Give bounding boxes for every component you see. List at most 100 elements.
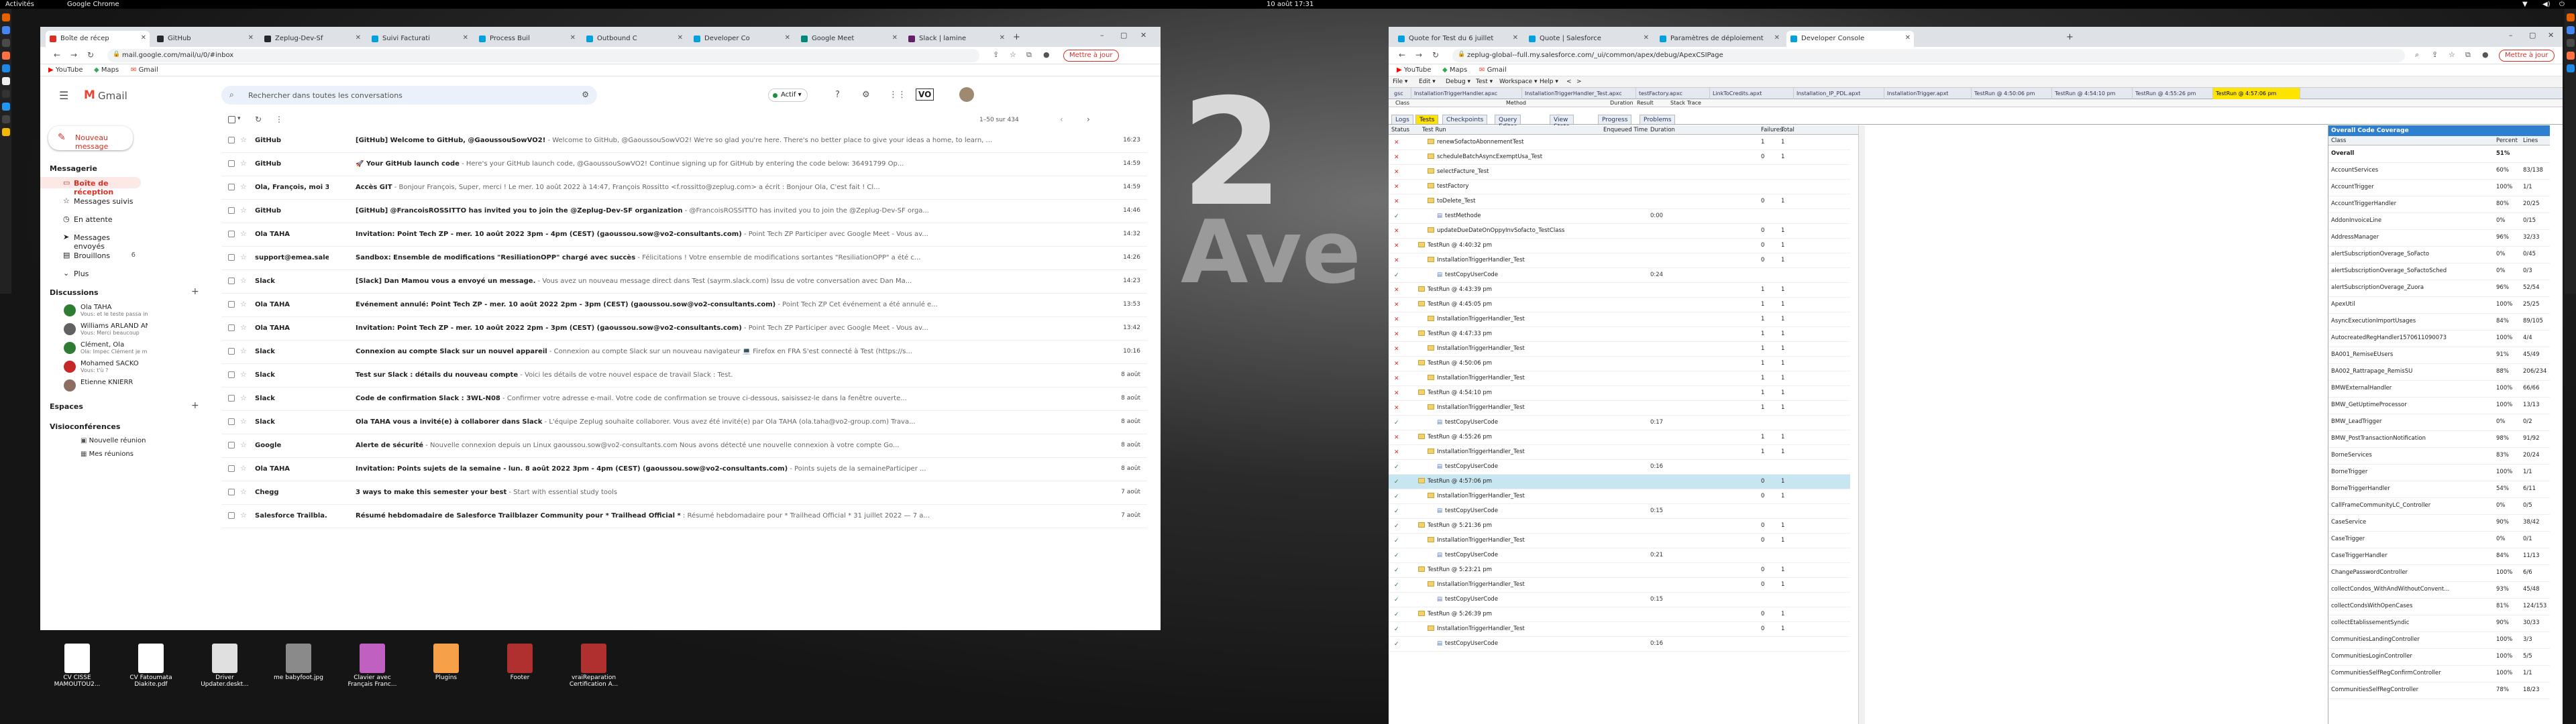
power-icon[interactable]: ⏻ [2559, 1, 2565, 8]
row-checkbox[interactable] [228, 489, 235, 495]
new-tab-button[interactable]: + [1013, 32, 1020, 42]
console-menu-item[interactable]: < [1566, 78, 1572, 85]
table-row[interactable]: ☆ Slack Connexion au compte Slack sur un n… [221, 341, 1147, 364]
test-tree-row[interactable]: ✓ ▤ testCopyUserCode 0:24 [1389, 268, 1850, 283]
minimize-button[interactable]: – [1100, 31, 1104, 40]
activities-button[interactable]: Activités [5, 1, 34, 8]
editor-file-tab[interactable]: TestRun @ 4:55:26 pm [2133, 88, 2213, 99]
star-icon[interactable]: ☆ [240, 417, 247, 426]
volume-icon[interactable]: ◀) [2542, 1, 2551, 8]
new-space-icon[interactable]: + [191, 400, 199, 411]
search-icon[interactable]: ⌕ [2415, 50, 2419, 60]
compose-button[interactable]: ✎ Nouveau message [48, 126, 133, 151]
coverage-row[interactable]: CaseTrigger 0% 0/1 [2328, 532, 2550, 548]
test-tree-row[interactable]: ✓ ▤ testCopyUserCode 0:16 [1389, 637, 1850, 652]
bookmark-youtube[interactable]: ▶ YouTube [48, 66, 83, 74]
tab-tests[interactable]: Tests [1415, 115, 1439, 124]
files-icon[interactable] [2566, 39, 2575, 47]
editor-file-tab[interactable]: TestRun @ 4:57:06 pm [2213, 88, 2300, 99]
star-icon[interactable]: ☆ [240, 276, 247, 285]
table-row[interactable]: ☆ Slack Code de confirmation Slack : 3WL-N… [221, 387, 1147, 411]
more-icon[interactable]: ⋮ [275, 115, 283, 124]
chrome-icon[interactable] [1, 26, 10, 34]
test-tree-row[interactable]: ✕ TestRun @ 4:50:06 pm 1 1 [1389, 357, 1850, 371]
test-tree-row[interactable]: ✓ InstallationTriggerHandler_Test 0 1 [1389, 578, 1850, 593]
update-button[interactable]: Mettre à jour [2499, 50, 2555, 62]
table-row[interactable]: ☆ Salesforce Trailbla. Résumé hebdomadaire… [221, 505, 1147, 528]
editor-file-tab[interactable]: InstallationTriggerHandler.apxc [1411, 88, 1522, 99]
settings-icon[interactable] [1, 103, 10, 111]
new-meeting-link[interactable]: ▣ Nouvelle réunion [80, 437, 146, 444]
test-tree-row[interactable]: ✕ TestRun @ 4:40:32 pm 0 1 [1389, 239, 1850, 253]
help-icon[interactable]: ? [835, 90, 840, 100]
test-tree-row[interactable]: ✕ TestRun @ 4:43:39 pm 1 1 [1389, 283, 1850, 298]
test-tree-row[interactable]: ✓ InstallationTriggerHandler_Test 0 1 [1389, 534, 1850, 548]
profile-icon[interactable]: ● [2482, 50, 2489, 59]
coverage-row[interactable]: collectCondos_WithAndWithoutConvent... 93… [2328, 582, 2550, 599]
star-icon[interactable]: ☆ [240, 370, 247, 379]
tests-column-header[interactable]: Duration [1650, 127, 1675, 133]
browser-tab[interactable]: Zeplug-Dev-Sf ✕ [260, 31, 364, 47]
star-icon[interactable]: ☆ [240, 511, 247, 520]
my-meetings-link[interactable]: ▦ Mes réunions [80, 450, 133, 458]
browser-tab[interactable]: Slack | lamine ✕ [904, 31, 1008, 47]
test-tree-row[interactable]: ✕ TestRun @ 4:45:05 pm 1 1 [1389, 298, 1850, 312]
bookmark-youtube[interactable]: ▶ YouTube [1397, 66, 1432, 74]
row-checkbox[interactable] [228, 301, 235, 308]
tab-query-editor[interactable]: Query Editor [1495, 115, 1521, 130]
text-editor-icon[interactable] [1, 77, 10, 85]
bookmark-maps[interactable]: ◆ Maps [94, 66, 119, 74]
results-column-header[interactable]: Method [1506, 100, 1526, 106]
tab-view-state[interactable]: View State [1550, 115, 1574, 130]
row-checkbox[interactable] [228, 184, 235, 190]
nav-item-1[interactable]: ☆ Messages suivis [40, 195, 141, 206]
console-menu-item[interactable]: Test ▾ [1476, 78, 1493, 85]
share-icon[interactable]: ⇪ [993, 50, 999, 59]
row-checkbox[interactable] [228, 348, 235, 355]
star-icon[interactable]: ☆ [240, 323, 247, 332]
coverage-row[interactable]: CallFrameCommunityLC_Controller 0% 0/5 [2328, 498, 2550, 515]
tab-checkpoints[interactable]: Checkpoints [1442, 115, 1488, 124]
chat-contact[interactable]: Ola TAHAVous: et le teste passa impe... [62, 303, 149, 319]
editor-file-tab[interactable]: TestRun @ 4:50:06 pm [1972, 88, 2052, 99]
back-icon[interactable]: ← [1399, 50, 1405, 60]
table-row[interactable]: ☆ GitHub [GitHub] Welcome to GitHub, @Gaou… [221, 129, 1147, 153]
star-icon[interactable]: ☆ [240, 229, 247, 238]
results-column-header[interactable]: Duration [1610, 100, 1633, 106]
nav-item-0[interactable]: ▭ Boîte de réception [40, 177, 141, 196]
gmail-logo-text[interactable]: Gmail [98, 90, 127, 102]
coverage-row[interactable]: BA002_Rattrapage_RemisSU 88% 206/234 [2328, 364, 2550, 381]
coverage-row[interactable]: AddressManager 96% 32/33 [2328, 230, 2550, 247]
test-tree-row[interactable]: ✕ toDelete_Test 0 1 [1389, 194, 1850, 209]
bookmark-gmail[interactable]: ✉ Gmail [131, 66, 158, 74]
trash-icon[interactable] [1, 115, 10, 123]
star-icon[interactable]: ☆ [240, 206, 247, 215]
star-icon[interactable]: ☆ [240, 253, 247, 261]
table-row[interactable]: ☆ Ola, François, moi 3 Accès GIT - Bonjour… [221, 176, 1147, 200]
test-tree-row[interactable]: ✓ ▤ testCopyUserCode 0:17 [1389, 416, 1850, 430]
table-row[interactable]: ☆ Slack Test sur Slack : détails du nouvea… [221, 364, 1147, 387]
tab-close-icon[interactable]: ✕ [248, 34, 254, 42]
new-chat-icon[interactable]: + [191, 286, 199, 297]
forward-icon[interactable]: → [1415, 50, 1422, 60]
test-tree-row[interactable]: ✓ ▤ testCopyUserCode 0:15 [1389, 593, 1850, 607]
search-icon[interactable]: ⌕ [229, 90, 234, 100]
editor-file-tab[interactable]: gsc [1391, 88, 1411, 99]
table-row[interactable]: ☆ Ola TAHA Invitation: Points sujets de la… [221, 458, 1147, 481]
star-icon[interactable]: ☆ [240, 394, 247, 402]
tab-close-icon[interactable]: ✕ [356, 34, 361, 42]
firefox-icon[interactable] [1, 13, 10, 21]
coverage-row[interactable]: collectCondsWithOpenCases 81% 124/153 [2328, 599, 2550, 615]
section-chat-heading[interactable]: Discussions [50, 288, 99, 297]
console-menu-item[interactable]: > [1576, 78, 1582, 85]
editor-file-tab[interactable]: testFactory.apxc [1636, 88, 1710, 99]
test-tree-row[interactable]: ✕ InstallationTriggerHandler_Test 1 1 [1389, 401, 1850, 416]
table-row[interactable]: ☆ Chegg 3 ways to make this semester your … [221, 481, 1147, 505]
test-tree-row[interactable]: ✓ TestRun @ 5:21:36 pm 0 1 [1389, 519, 1850, 534]
coverage-row[interactable]: BMWExternalHandler 100% 66/66 [2328, 381, 2550, 398]
coverage-col-class[interactable]: Class [2331, 137, 2346, 144]
main-menu-icon[interactable]: ☰ [59, 89, 68, 102]
editor-file-tab[interactable]: Installation_IP_PDL.apxt [1794, 88, 1884, 99]
editor-file-tab[interactable]: LinkToCredits.apxt [1710, 88, 1794, 99]
chat-contact[interactable]: Etienne KNIERR [62, 378, 149, 394]
